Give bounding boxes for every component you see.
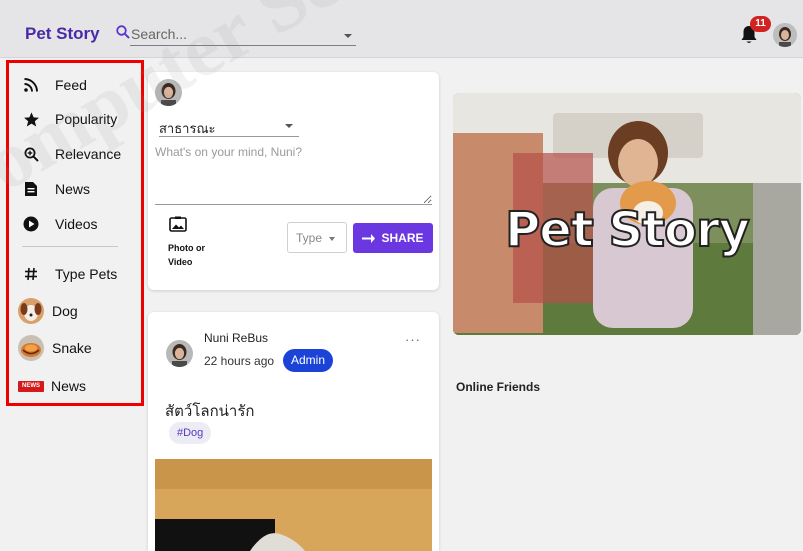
news-badge-icon: NEWS <box>18 380 44 392</box>
chevron-down-icon <box>329 237 335 241</box>
sidebar-item-label: News <box>51 378 87 394</box>
sidebar-item-label: Dog <box>52 303 78 319</box>
author-avatar[interactable] <box>166 340 193 367</box>
hash-icon <box>22 265 40 283</box>
privacy-value: สาธารณะ <box>159 121 216 136</box>
composer-avatar <box>155 79 182 106</box>
online-friends-heading: Online Friends <box>456 380 541 394</box>
privacy-select[interactable]: สาธารณะ <box>159 115 299 137</box>
post-image[interactable] <box>155 459 432 551</box>
article-icon <box>22 180 40 198</box>
post-tag[interactable]: #Dog <box>169 422 212 444</box>
role-badge: Admin <box>283 349 334 372</box>
zoom-in-icon <box>22 145 40 163</box>
rss-icon <box>22 76 40 94</box>
post-type-placeholder: Type <box>296 231 323 245</box>
sidebar-divider <box>22 246 118 247</box>
more-options-icon[interactable]: ··· <box>405 332 421 347</box>
notification-count-badge: 11 <box>750 16 771 32</box>
share-label: SHARE <box>381 231 424 245</box>
pet-story-banner: Pet Story <box>453 93 801 335</box>
sidebar-item-relevance[interactable]: Relevance <box>22 141 121 167</box>
search-icon <box>116 25 130 39</box>
sidebar-item-label: Videos <box>55 216 98 232</box>
sidebar-item-label: Feed <box>55 77 87 93</box>
brand-logo[interactable]: Pet Story <box>25 24 100 44</box>
create-post-card: สาธารณะ Photo or Video Type SHARE <box>148 72 439 290</box>
share-button[interactable]: SHARE <box>353 223 433 253</box>
search-input[interactable] <box>130 22 356 46</box>
user-avatar[interactable] <box>773 23 797 47</box>
sidebar-section-title: Type Pets <box>55 266 118 282</box>
sidebar-item-label: Popularity <box>55 111 118 127</box>
sidebar-menu: Feed Popularity Relevance News Videos Ty… <box>6 60 144 406</box>
sidebar-item-videos[interactable]: Videos <box>22 211 98 237</box>
chevron-down-icon <box>285 124 293 128</box>
photo-video-button[interactable]: Photo or Video <box>168 214 218 270</box>
post-timestamp: 22 hours ago <box>204 354 275 368</box>
photo-video-label: Photo or Video <box>168 243 205 267</box>
top-app-bar: Pet Story 11 <box>0 0 803 58</box>
sidebar-item-popularity[interactable]: Popularity <box>22 106 117 132</box>
sidebar-item-news[interactable]: News <box>22 176 90 202</box>
post-card: Nuni ReBus 22 hours ago Admin ··· สัตว์โ… <box>148 312 439 551</box>
sidebar-item-label: News <box>55 181 91 197</box>
sidebar-item-news-pets[interactable]: NEWS News <box>18 373 87 399</box>
sidebar-item-snake[interactable]: Snake <box>18 335 92 361</box>
post-text-input[interactable] <box>155 145 432 205</box>
dog-avatar <box>18 298 44 324</box>
sidebar-item-label: Snake <box>52 340 92 356</box>
snake-avatar <box>18 335 44 361</box>
play-circle-icon <box>22 215 40 233</box>
post-type-select[interactable]: Type <box>287 222 347 253</box>
star-icon <box>22 110 40 128</box>
sidebar-item-feed[interactable]: Feed <box>22 72 87 98</box>
banner-title: Pet Story <box>504 201 751 259</box>
send-icon <box>362 233 376 243</box>
sidebar-section-type-pets: Type Pets <box>22 261 117 287</box>
search-dropdown-icon[interactable] <box>344 34 352 38</box>
photo-icon <box>169 216 187 232</box>
sidebar-item-dog[interactable]: Dog <box>18 298 78 324</box>
post-body: สัตว์โลกน่ารัก <box>165 403 255 420</box>
sidebar-item-label: Relevance <box>55 146 122 162</box>
post-author[interactable]: Nuni ReBus <box>204 331 268 345</box>
